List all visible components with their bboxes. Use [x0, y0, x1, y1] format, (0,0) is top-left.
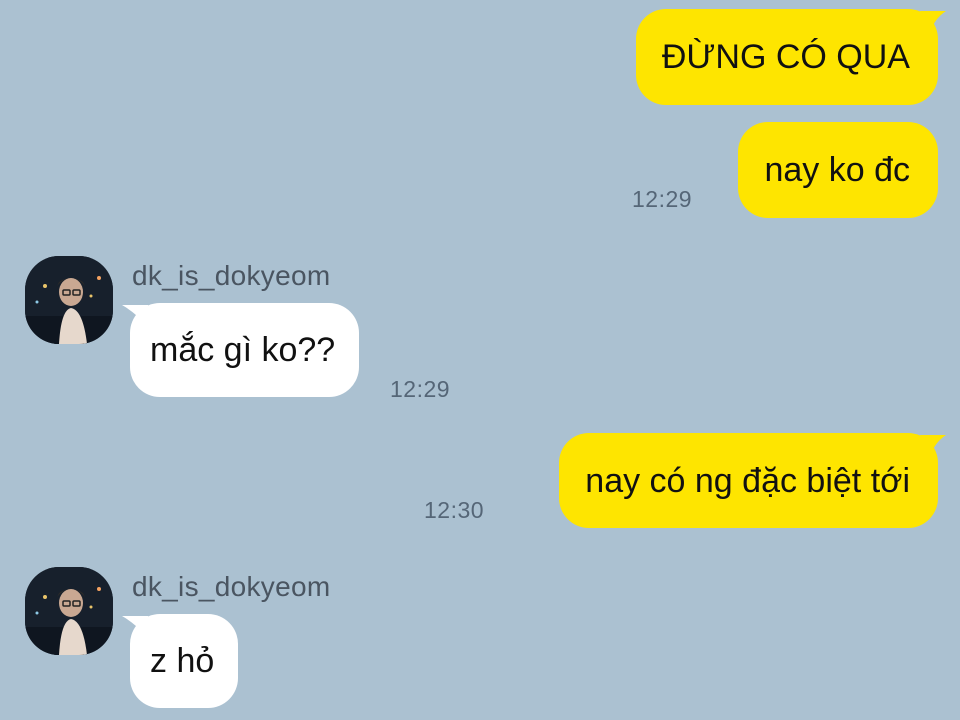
message-text: mắc gì ko??	[150, 331, 336, 369]
message-text: nay có ng đặc biệt tới	[585, 461, 910, 500]
bubble-tail	[920, 11, 946, 33]
sender-name: dk_is_dokyeom	[132, 571, 331, 602]
message-bubble-outgoing[interactable]: nay có ng đặc biệt tới	[559, 433, 938, 528]
bubble-tail	[920, 435, 946, 457]
message-text: z hỏ	[150, 642, 215, 680]
message-timestamp: 12:30	[424, 497, 485, 523]
chat-conversation: ĐỪNG CÓ QUA 12:29 nay ko đc dk_is_dokyeo…	[0, 0, 960, 720]
message-bubble-incoming[interactable]: mắc gì ko??	[130, 303, 360, 397]
message-bubble-outgoing[interactable]: nay ko đc	[738, 122, 938, 218]
message-timestamp: 12:29	[390, 376, 451, 402]
message-bubble-outgoing[interactable]: ĐỪNG CÓ QUA	[635, 9, 938, 105]
message-text: nay ko đc	[764, 151, 910, 189]
message-bubble-incoming[interactable]: z hỏ	[130, 614, 239, 708]
profile-photo-avatar-icon	[25, 256, 113, 344]
message-text: ĐỪNG CÓ QUA	[661, 38, 910, 76]
sender-avatar[interactable]	[25, 256, 113, 344]
sender-name: dk_is_dokyeom	[132, 260, 331, 291]
message-timestamp: 12:29	[632, 186, 693, 212]
sender-avatar[interactable]	[25, 567, 113, 655]
profile-photo-avatar-icon	[25, 567, 113, 655]
